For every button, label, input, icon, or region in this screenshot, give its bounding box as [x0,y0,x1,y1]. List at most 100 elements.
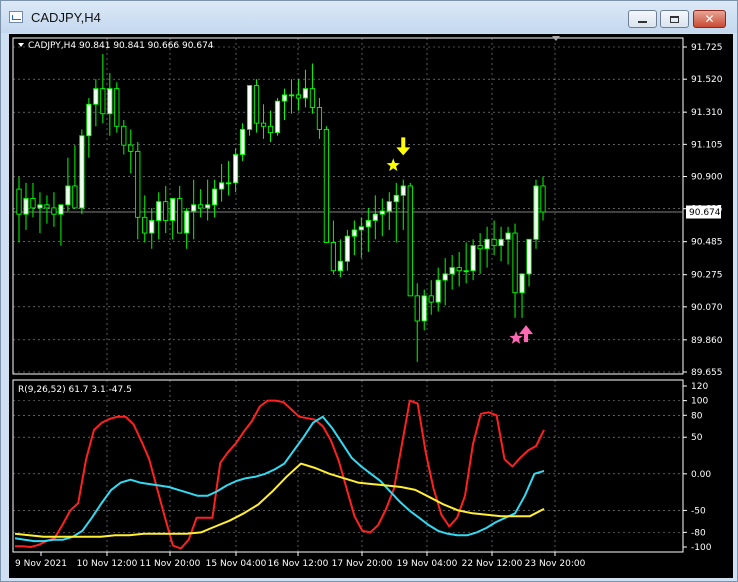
bear-candle [142,216,148,234]
indicator-tick-label: 0.00 [691,470,711,480]
bear-candle [100,88,106,115]
bull-candle [65,185,71,206]
time-label: 11 Nov 20:00 [140,559,201,569]
bull-candle [400,185,406,196]
close-button[interactable]: ✕ [693,10,726,28]
indicator-tick-label: 80 [691,411,703,421]
time-label: 19 Nov 04:00 [397,559,458,569]
bear-candle [323,128,330,243]
chart-area[interactable]: CADJPY,H4 90.841 90.841 90.666 90.674 R(… [9,34,733,578]
time-label: 10 Nov 12:00 [77,559,138,569]
bull-candle [393,194,399,203]
grid-layer [13,38,683,552]
bear-candle [163,201,169,221]
maximize-icon [670,15,679,23]
bear-candle [128,144,134,152]
bull-candle [149,220,155,234]
price-tick-label: 90.070 [691,303,723,313]
time-label: 9 Nov 2021 [15,559,67,569]
bear-candle [30,198,36,209]
bull-candle [191,204,197,212]
bull-candle [365,220,371,228]
bull-candle [470,245,476,272]
bull-candle [526,238,532,275]
title-bar[interactable]: CADJPY,H4 ✕ [1,1,737,33]
bear-candle [260,122,267,127]
bull-candle [484,238,490,250]
window-title: CADJPY,H4 [31,10,101,25]
indicator-tick-label: -50 [691,506,706,516]
indicator-lines-layer [14,399,545,550]
time-label: 17 Nov 20:00 [332,559,393,569]
bull-candle [232,154,239,184]
bear-candle [414,295,420,322]
bull-candle [281,94,288,102]
indicator-line-mid [14,415,545,543]
bear-candle [114,88,120,127]
bear-candle [456,267,462,272]
time-axis: 9 Nov 2021 10 Nov 12:00 11 Nov 20:00 15 Nov… [15,552,586,569]
bear-candle [316,106,323,130]
bull-candle [225,182,232,185]
bear-candle [491,238,497,247]
price-tick-label: 90.485 [691,238,723,248]
bull-candle [449,267,455,275]
bull-candle [519,273,525,294]
bull-candle [435,279,441,303]
bull-candle [421,295,427,322]
bear-candle [198,204,204,209]
indicator-header-text: R(9,26,52) 61.7 3.1 -47.5 [18,385,132,395]
star-icon [386,158,400,172]
price-panel-frame [12,37,684,375]
bear-candle [309,88,316,108]
indicator-tick-label: -80 [691,528,706,538]
indicator-tick-label: 120 [691,382,708,392]
price-tick-label: 89.655 [691,368,723,378]
current-price-text: 90.674 [689,208,721,218]
chart-window-icon [9,11,23,23]
bull-candle [246,85,253,130]
time-label: 22 Nov 12:00 [462,559,523,569]
price-tick-label: 91.520 [691,75,723,85]
bear-candle [72,185,78,209]
indicator-tick-label: 50 [691,433,703,443]
bear-candle [512,232,518,294]
bull-candle [37,204,43,209]
candles-layer [16,54,546,362]
bull-candle [344,235,350,262]
down-arrow-icon [396,137,411,156]
bull-candle [218,182,225,190]
bear-candle [267,125,274,134]
bull-candle [442,273,448,281]
bear-candle [16,188,22,215]
bull-candle [23,198,29,215]
bull-candle [379,210,385,215]
indicator-tick-label: -100 [691,543,712,553]
bear-candle [135,150,141,218]
bull-candle [79,135,85,209]
chart-canvas[interactable]: CADJPY,H4 90.841 90.841 90.666 90.674 R(… [9,34,733,578]
time-label: 16 Nov 12:00 [268,559,329,569]
bull-candle [358,226,364,231]
bull-candle [505,232,511,240]
bear-candle [540,185,546,213]
triangle-down-icon[interactable] [18,43,24,47]
bull-candle [156,201,162,221]
bull-candle [302,88,309,99]
up-arrow-icon [519,325,534,343]
bull-candle [386,201,392,212]
bear-candle [177,198,183,234]
minimize-icon [638,21,647,23]
price-tick-label: 91.725 [691,43,723,53]
current-price-tag: 90.674 [686,205,721,219]
minimize-button[interactable] [628,10,657,28]
maximize-button[interactable] [660,10,689,28]
bear-candle [428,295,434,303]
bear-candle [121,125,127,146]
bull-candle [58,204,64,215]
chart-window: CADJPY,H4 ✕ CADJPY,H4 90.841 90.841 90.6… [0,0,738,582]
price-tick-label: 89.860 [691,336,723,346]
bear-candle [44,204,50,209]
price-tick-label: 90.275 [691,271,723,281]
chart-header-text: CADJPY,H4 90.841 90.841 90.666 90.674 [28,41,214,51]
